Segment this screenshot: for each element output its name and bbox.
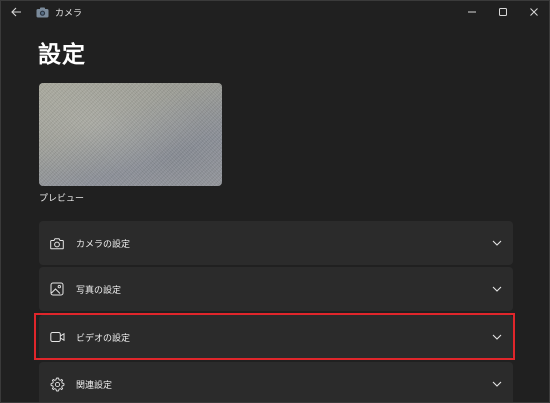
photo-settings-label: 写真の設定 xyxy=(76,285,122,296)
camera-icon xyxy=(49,235,65,251)
camera-preview-thumbnail[interactable] xyxy=(39,83,222,186)
photo-settings-card[interactable]: 写真の設定 xyxy=(39,267,513,311)
title-bar: カメラ xyxy=(1,1,549,23)
chevron-down-icon xyxy=(491,331,503,343)
maximize-button[interactable] xyxy=(487,1,518,23)
window-title: カメラ xyxy=(55,8,83,19)
photo-icon xyxy=(49,281,65,297)
related-settings-card[interactable]: 関連設定 xyxy=(39,362,513,402)
maximize-icon xyxy=(498,8,507,16)
preview-label: プレビュー xyxy=(39,194,85,204)
page-title: 設定 xyxy=(38,42,86,68)
video-icon xyxy=(49,329,65,345)
minimize-icon xyxy=(467,11,476,13)
camera-settings-label: カメラの設定 xyxy=(76,239,131,250)
chevron-down-icon xyxy=(491,378,503,390)
camera-app-icon xyxy=(35,5,49,19)
chevron-down-icon xyxy=(491,283,503,295)
camera-settings-card[interactable]: カメラの設定 xyxy=(39,221,513,265)
chevron-down-icon xyxy=(491,237,503,249)
window-controls xyxy=(456,1,549,23)
camera-app-window: カメラ 設定 プレビュー カメラの設定 写真の設定 ビデオの設定 関連設定 xyxy=(0,0,550,403)
video-settings-card[interactable]: ビデオの設定 xyxy=(39,315,513,359)
minimize-button[interactable] xyxy=(456,1,487,23)
close-icon xyxy=(529,8,538,16)
back-button[interactable] xyxy=(3,1,29,23)
close-button[interactable] xyxy=(518,1,549,23)
gear-icon xyxy=(49,376,65,392)
related-settings-label: 関連設定 xyxy=(76,380,113,391)
video-settings-label: ビデオの設定 xyxy=(76,333,131,344)
back-arrow-icon xyxy=(10,7,21,17)
